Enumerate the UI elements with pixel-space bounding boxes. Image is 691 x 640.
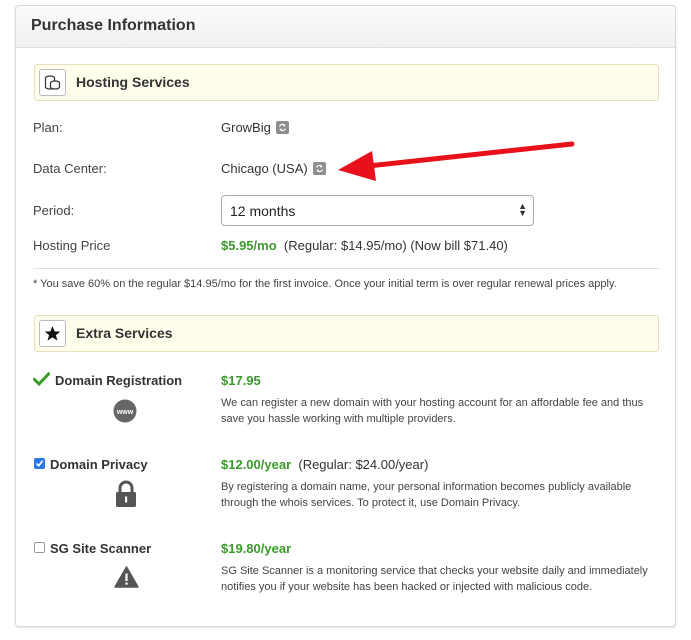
domain-privacy-regular-price: (Regular: $24.00/year)	[298, 457, 429, 472]
datacenter-value-group: Chicago (USA)	[221, 161, 326, 176]
sg-site-scanner-price: $19.80/year	[221, 541, 291, 556]
select-arrows-icon: ▲ ▼	[518, 201, 527, 218]
sg-site-scanner-price-value: $19.80/year	[221, 541, 292, 556]
warning-triangle-icon	[114, 566, 139, 588]
hosting-services-title: Hosting Services	[76, 74, 190, 90]
hosting-price-group: $5.95/mo (Regular: $14.95/mo) (Now bill …	[221, 238, 508, 253]
domain-privacy-price-value: $12.00/year	[221, 457, 292, 472]
sg-site-scanner-description: SG Site Scanner is a monitoring service …	[221, 565, 648, 593]
change-datacenter-icon[interactable]	[312, 162, 326, 175]
panel-title: Purchase Information	[31, 17, 196, 34]
checkmark-icon	[33, 372, 50, 386]
domain-privacy-name[interactable]: Domain Privacy	[50, 457, 148, 472]
period-select[interactable]: 12 months ▲ ▼	[221, 195, 534, 226]
domain-registration-price-value: $17.95	[221, 373, 261, 388]
coins-stack-icon	[39, 69, 66, 96]
extra-services-title: Extra Services	[76, 325, 173, 341]
www-globe-icon: www	[113, 399, 137, 423]
domain-registration-name: Domain Registration	[55, 373, 183, 388]
panel-header: Purchase Information	[16, 6, 675, 48]
hosting-price-regular: (Regular: $14.95/mo) (Now bill $71.40)	[283, 238, 508, 253]
datacenter-label: Data Center:	[33, 161, 107, 176]
plan-label: Plan:	[33, 120, 63, 135]
svg-text:www: www	[116, 409, 134, 416]
sg-site-scanner-name[interactable]: SG Site Scanner	[50, 541, 151, 556]
period-label: Period:	[33, 203, 75, 218]
divider	[33, 268, 659, 269]
datacenter-value: Chicago (USA)	[221, 161, 308, 176]
plan-value-group: GrowBig	[221, 120, 289, 135]
purchase-information-panel: Purchase Information Hosting Services Pl…	[15, 5, 676, 627]
star-icon	[39, 320, 66, 347]
period-selected-value: 12 months	[230, 203, 296, 219]
change-plan-icon[interactable]	[275, 121, 289, 134]
sg-site-scanner-checkbox[interactable]	[34, 542, 45, 553]
plan-value: GrowBig	[221, 120, 271, 135]
extra-services-header: Extra Services	[34, 315, 659, 352]
domain-registration-price: $17.95	[221, 373, 261, 388]
domain-privacy-checkbox[interactable]	[34, 458, 45, 469]
domain-registration-description: We can register a new domain with your h…	[221, 397, 644, 425]
domain-privacy-price: $12.00/year (Regular: $24.00/year)	[221, 457, 428, 472]
hosting-services-header: Hosting Services	[34, 64, 659, 101]
annotation-arrow-icon	[338, 141, 575, 181]
hosting-price-label: Hosting Price	[33, 238, 111, 253]
hosting-price-value: $5.95/mo	[221, 238, 277, 253]
domain-privacy-description: By registering a domain name, your perso…	[221, 481, 632, 509]
savings-footnote: * You save 60% on the regular $14.95/mo …	[33, 278, 617, 290]
padlock-icon	[116, 480, 136, 507]
